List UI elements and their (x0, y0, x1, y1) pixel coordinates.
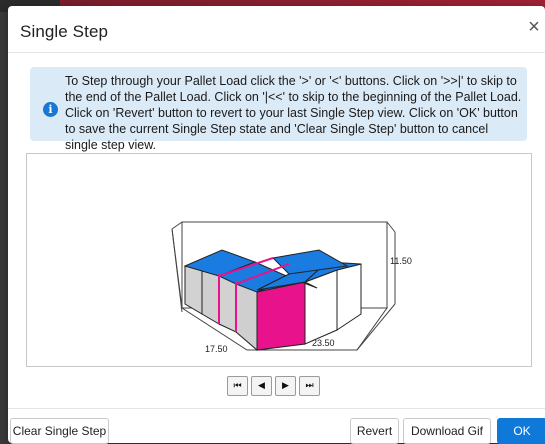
revert-button[interactable]: Revert (350, 418, 399, 444)
box-side-white (304, 269, 338, 345)
next-step-button[interactable]: ▶ (275, 376, 296, 396)
last-step-button[interactable]: ⏭ (299, 376, 320, 396)
container-edge (386, 221, 396, 233)
dimension-width: 17.50 (205, 344, 228, 354)
dimension-length: 23.50 (312, 338, 335, 348)
container-edge (171, 228, 183, 313)
clear-single-step-button[interactable]: Clear Single Step (10, 418, 109, 444)
dialog-title: Single Step (20, 22, 109, 41)
container-edge (356, 303, 396, 351)
box-highlight-current (256, 281, 306, 351)
container-edge (171, 221, 183, 230)
header-divider (8, 52, 545, 53)
close-icon[interactable]: × (523, 16, 545, 38)
download-gif-button[interactable]: Download Gif (403, 418, 491, 444)
info-icon: i (43, 102, 58, 117)
single-step-dialog: Single Step × i To Step through your Pal… (8, 6, 545, 444)
dimension-height: 11.50 (390, 256, 412, 266)
footer-divider (8, 408, 545, 409)
info-banner: i To Step through your Pallet Load click… (30, 67, 527, 152)
info-text: To Step through your Pallet Load click t… (65, 74, 522, 152)
prev-step-button[interactable]: ◀ (251, 376, 272, 396)
ok-button[interactable]: OK (497, 418, 545, 444)
box-side (235, 281, 258, 352)
pallet-3d-render: 11.50 17.50 23.50 (171, 221, 412, 354)
first-step-button[interactable]: ⏮ (227, 376, 248, 396)
box-side (184, 265, 203, 315)
pallet-3d-viewer[interactable]: 11.50 17.50 23.50 (26, 153, 532, 367)
box-side-white (336, 263, 362, 331)
